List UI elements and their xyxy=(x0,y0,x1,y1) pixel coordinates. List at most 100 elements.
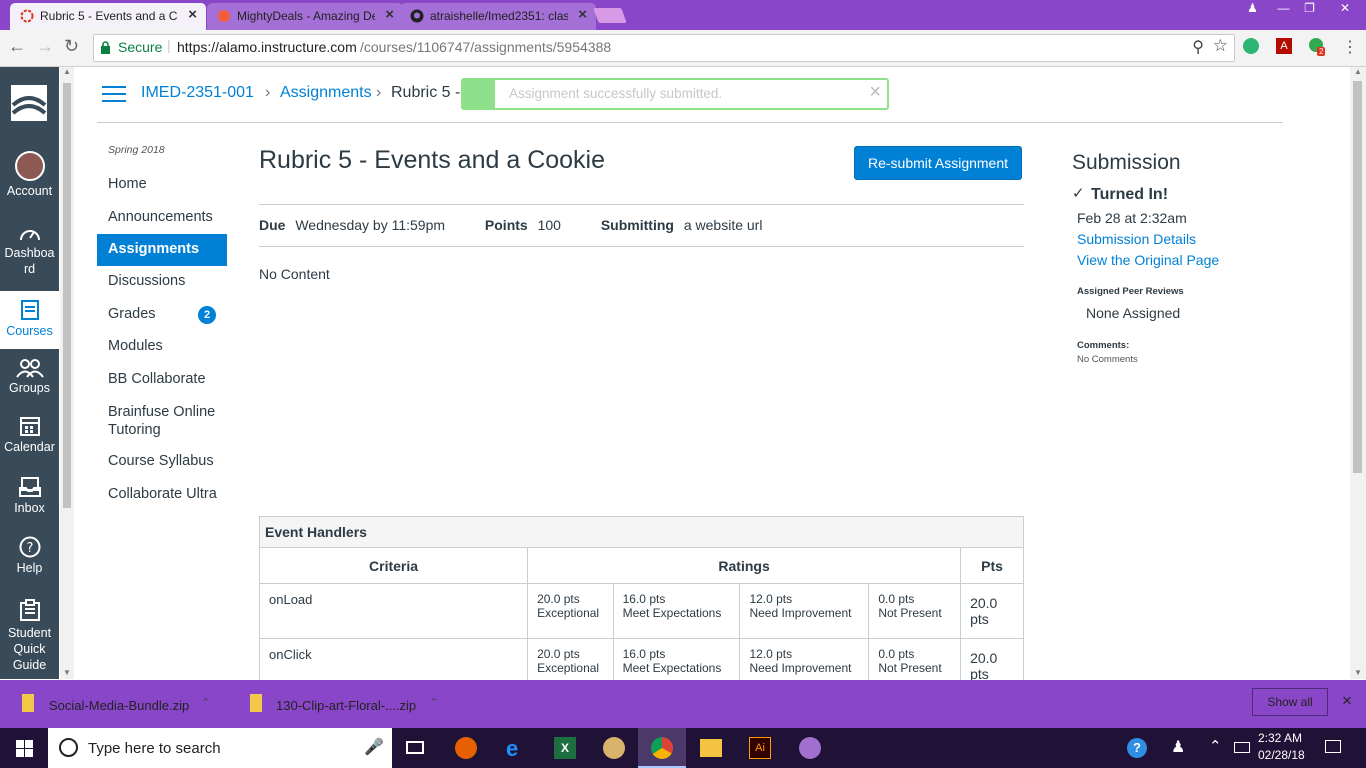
global-nav-account[interactable]: Account xyxy=(0,151,59,209)
zoom-icon[interactable]: ⚲ xyxy=(1192,37,1204,57)
course-nav-brainfuse[interactable]: Brainfuse Online Tutoring xyxy=(108,403,228,439)
download-item[interactable]: 130-Clip-art-Floral-....zip xyxy=(276,698,416,713)
rubric-points: 20.0 pts xyxy=(960,583,1024,639)
assignment-title: Rubric 5 - Events and a Cookie xyxy=(259,146,606,174)
profile-icon[interactable]: ♟ xyxy=(1238,0,1267,18)
forward-icon[interactable]: → xyxy=(36,36,54,57)
course-nav-discussions[interactable]: Discussions xyxy=(108,273,185,289)
global-nav-groups[interactable]: Groups xyxy=(0,358,59,406)
browser-toolbar: ← → ↻ Secure | https://alamo.instructure… xyxy=(0,30,1366,67)
tab-close-icon[interactable]: × xyxy=(578,6,587,23)
reload-icon[interactable]: ↻ xyxy=(64,36,79,57)
assignment-description: No Content xyxy=(259,266,330,282)
flash-message: Assignment successfully submitted. × xyxy=(461,78,889,110)
course-nav-modules[interactable]: Modules xyxy=(108,338,163,354)
task-view-icon[interactable] xyxy=(406,741,424,754)
breadcrumb-course[interactable]: IMED-2351-001 xyxy=(141,84,254,102)
flash-close-icon[interactable]: × xyxy=(869,81,881,104)
rubric-rating[interactable]: 16.0 pts Meet Expectations xyxy=(612,583,741,639)
calendar-icon xyxy=(19,417,40,436)
nav-scrollbar-thumb[interactable] xyxy=(63,83,71,508)
chrome-taskbar-button[interactable] xyxy=(638,728,686,768)
view-original-page-link[interactable]: View the Original Page xyxy=(1077,252,1219,268)
back-icon[interactable]: ← xyxy=(8,36,26,57)
download-item[interactable]: Social-Media-Bundle.zip xyxy=(49,698,189,713)
global-nav-calendar[interactable]: Calendar xyxy=(0,415,59,463)
course-nav-bb-collaborate[interactable]: BB Collaborate xyxy=(108,371,206,387)
pdf-extension-icon[interactable]: A xyxy=(1276,38,1292,54)
guide-icon xyxy=(19,599,40,621)
show-all-downloads-button[interactable]: Show all xyxy=(1252,688,1328,716)
file-explorer-icon[interactable] xyxy=(700,739,722,757)
new-tab-button[interactable] xyxy=(593,8,627,23)
address-bar[interactable]: Secure | https://alamo.instructure.com /… xyxy=(93,34,1235,62)
course-nav-assignments-active[interactable]: Assignments xyxy=(97,234,227,266)
chrome-menu-icon[interactable]: ⋮ xyxy=(1342,37,1358,57)
rubric-header-criteria: Criteria xyxy=(258,547,529,584)
rubric-rating[interactable]: 20.0 pts Exceptional xyxy=(527,583,614,639)
course-nav-collaborate-ultra[interactable]: Collaborate Ultra xyxy=(108,486,217,502)
tab-close-icon[interactable]: × xyxy=(385,6,394,23)
excel-icon[interactable]: X xyxy=(554,737,576,759)
edge-icon[interactable]: e xyxy=(506,736,518,762)
due-label: Due xyxy=(259,217,286,233)
download-chevron-icon[interactable]: ⌃ xyxy=(429,696,438,709)
page-scrollbar-thumb[interactable] xyxy=(1353,81,1362,473)
taskbar-search-box[interactable]: Type here to search 🎤 xyxy=(48,728,392,768)
global-nav-student-quick-guide[interactable]: Student Quick Guide xyxy=(0,599,59,679)
breadcrumb-assignments[interactable]: Assignments xyxy=(280,84,372,102)
tray-chevron-icon[interactable]: ⌃ xyxy=(1209,737,1222,755)
peer-reviews-heading: Assigned Peer Reviews xyxy=(1077,286,1184,297)
rubric-rating[interactable]: 0.0 pts Not Present xyxy=(868,583,962,639)
global-nav-inbox[interactable]: Inbox xyxy=(0,476,59,524)
canvas-favicon-icon xyxy=(20,9,34,23)
tab-close-icon[interactable]: × xyxy=(188,6,197,23)
assignment-details: Due Wednesday by 11:59pm Points 100 Subm… xyxy=(259,217,762,233)
course-nav-announcements[interactable]: Announcements xyxy=(108,209,213,225)
page-scrollbar[interactable]: ▲ ▼ xyxy=(1350,67,1366,679)
microphone-icon[interactable]: 🎤 xyxy=(364,737,384,757)
submitting-value: a website url xyxy=(683,217,763,233)
global-nav-dashboard[interactable]: Dashboard xyxy=(0,223,59,283)
cortana-icon xyxy=(59,738,78,757)
firefox-icon[interactable] xyxy=(455,737,477,759)
close-window-icon[interactable]: ✕ xyxy=(1326,0,1364,18)
course-nav-syllabus[interactable]: Course Syllabus xyxy=(108,453,214,469)
global-nav-courses[interactable]: Courses xyxy=(0,291,59,349)
clock-date[interactable]: 02/28/18 xyxy=(1258,748,1305,762)
close-downloads-icon[interactable]: × xyxy=(1342,691,1352,711)
institution-logo-icon[interactable] xyxy=(11,85,47,121)
battery-icon[interactable] xyxy=(1234,742,1250,753)
nav-scrollbar[interactable]: ▲ ▼ xyxy=(60,67,74,679)
submission-date: Feb 28 at 2:32am xyxy=(1077,210,1187,226)
avatar xyxy=(14,151,45,181)
table-row: onLoad 20.0 pts Exceptional 16.0 pts Meet … xyxy=(258,583,1024,639)
global-nav-help[interactable]: ? Help xyxy=(0,536,59,584)
extension-green-icon[interactable] xyxy=(1243,38,1259,54)
notifications-icon[interactable] xyxy=(1325,740,1341,753)
windows-start-icon[interactable] xyxy=(16,740,33,757)
course-nav-grades[interactable]: Grades xyxy=(108,306,156,322)
rubric-rating[interactable]: 12.0 pts Need Improvement xyxy=(739,583,870,639)
browser-tab[interactable]: MightyDeals - Amazing Deals × xyxy=(207,3,403,30)
help-tray-icon[interactable]: ? xyxy=(1127,738,1147,758)
submission-details-link[interactable]: Submission Details xyxy=(1077,231,1196,247)
extension-badge-icon[interactable]: 2 xyxy=(1309,38,1326,56)
app-icon[interactable] xyxy=(799,737,821,759)
browser-tab-active[interactable]: Rubric 5 - Events and a Cookie × xyxy=(10,3,206,30)
course-nav-home[interactable]: Home xyxy=(108,176,147,192)
term-label: Spring 2018 xyxy=(108,144,165,156)
resubmit-assignment-button[interactable]: Re-submit Assignment xyxy=(854,146,1022,180)
illustrator-icon[interactable]: Ai xyxy=(749,737,771,759)
download-chevron-icon[interactable]: ⌃ xyxy=(201,696,210,709)
browser-tab[interactable]: atraishelle/Imed2351: class × xyxy=(400,3,596,30)
people-icon[interactable]: ♟ xyxy=(1171,737,1185,757)
paint-icon[interactable] xyxy=(603,737,625,759)
minimize-icon[interactable]: — xyxy=(1269,0,1298,18)
bookmark-star-icon[interactable]: ☆ xyxy=(1213,36,1228,56)
mightydeals-favicon-icon xyxy=(218,10,230,22)
hamburger-menu-icon[interactable] xyxy=(102,85,126,103)
restore-icon[interactable]: ❐ xyxy=(1295,0,1324,18)
groups-icon xyxy=(15,359,44,378)
clock-time[interactable]: 2:32 AM xyxy=(1258,731,1302,745)
